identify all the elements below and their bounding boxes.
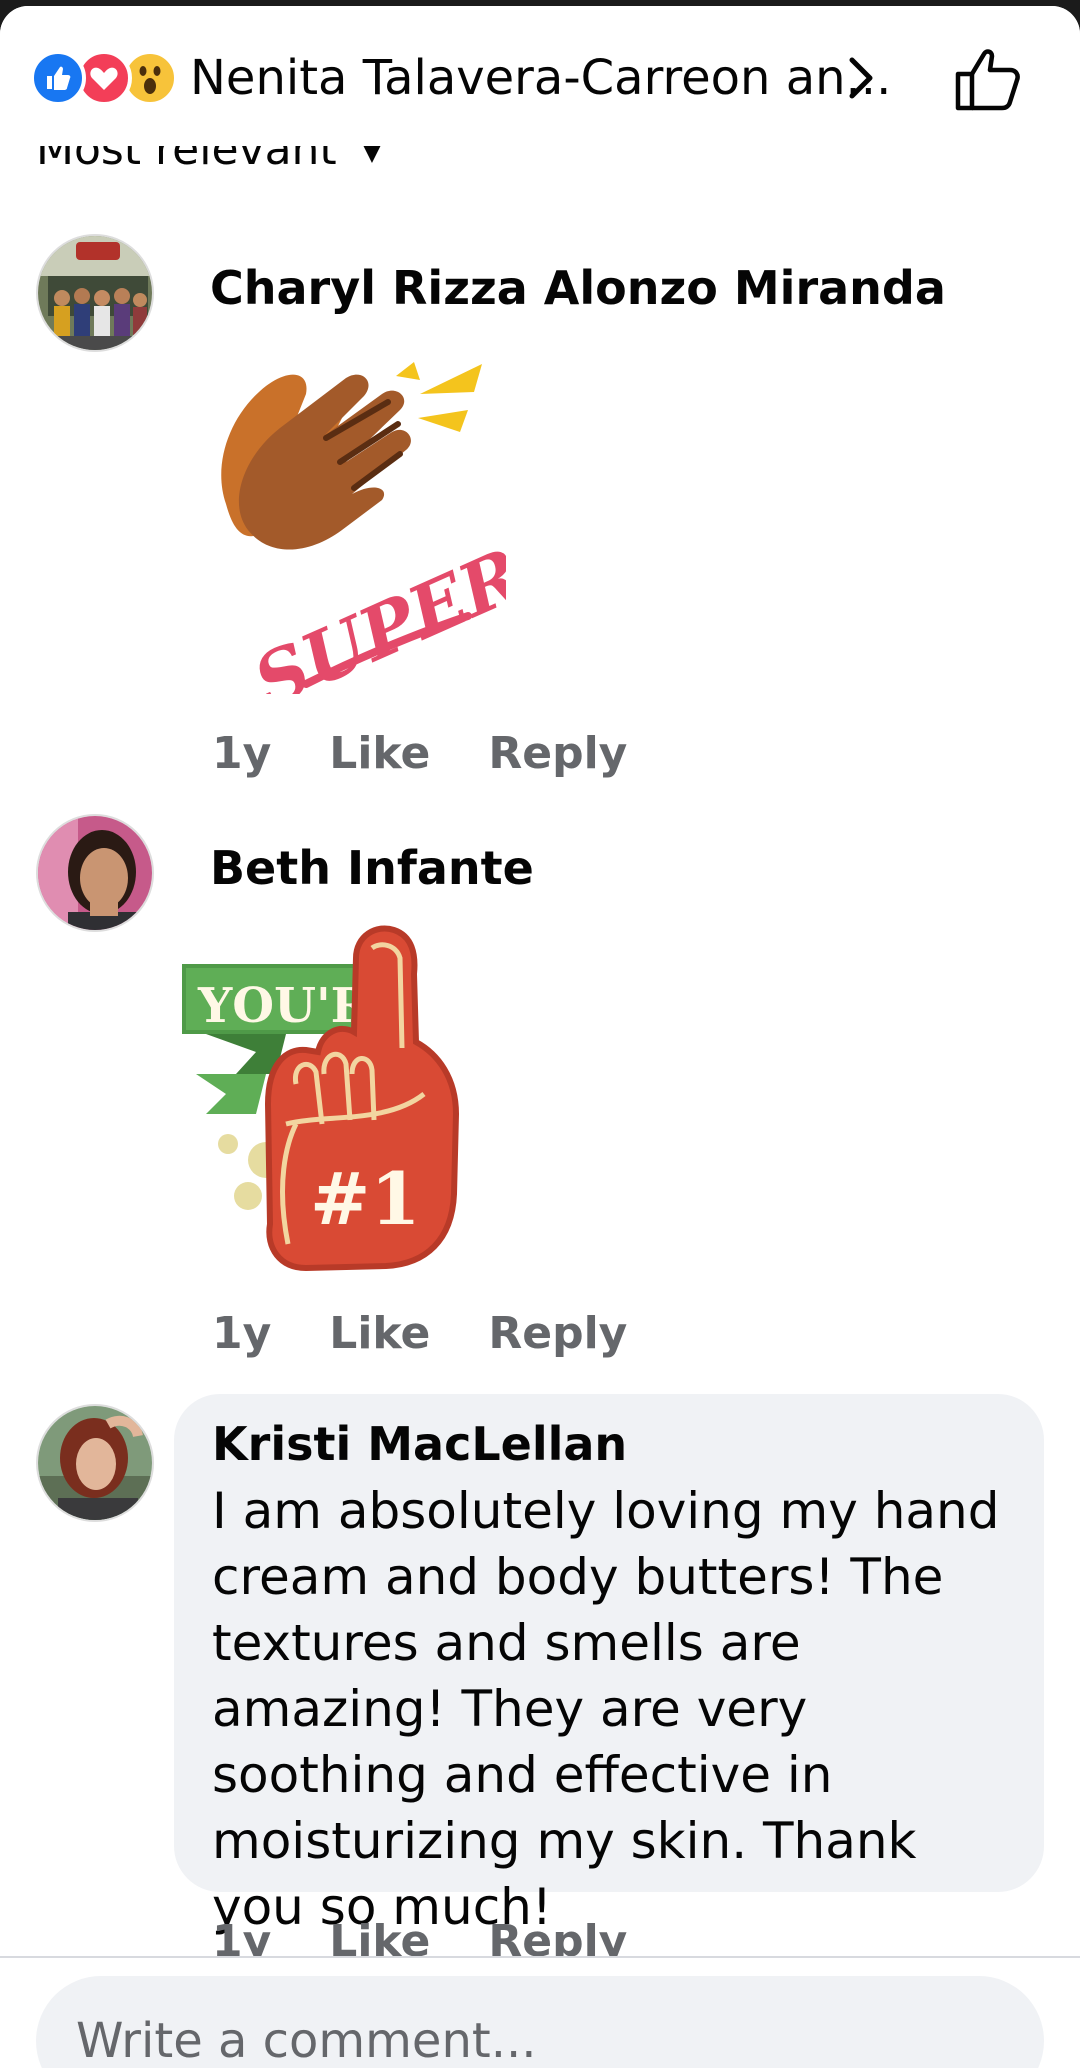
comment-actions: 1y Like Reply bbox=[212, 1306, 685, 1362]
avatar[interactable] bbox=[36, 814, 154, 932]
avatar[interactable] bbox=[36, 234, 154, 352]
chevron-right-icon[interactable] bbox=[842, 46, 882, 110]
like-button[interactable]: Like bbox=[329, 728, 430, 779]
reactions-header[interactable]: Nenita Talavera-Carreon an... bbox=[0, 6, 1080, 146]
comment-composer-bar bbox=[0, 1958, 1080, 2068]
comment-timestamp[interactable]: 1y bbox=[212, 728, 271, 779]
comment-author[interactable]: Charyl Rizza Alonzo Miranda bbox=[210, 260, 946, 316]
like-outline-icon[interactable] bbox=[952, 44, 1024, 116]
sticker-text: #1 bbox=[310, 1156, 420, 1241]
write-comment-input[interactable] bbox=[36, 1976, 1044, 2068]
avatar[interactable] bbox=[36, 1404, 154, 1522]
super-clap-sticker: SUPER! bbox=[221, 362, 506, 694]
reply-button[interactable]: Reply bbox=[488, 728, 627, 779]
comment-actions: 1y Like Reply bbox=[212, 726, 685, 782]
comment-author[interactable]: Kristi MacLellan bbox=[212, 1416, 627, 1472]
reply-button[interactable]: Reply bbox=[488, 1308, 627, 1359]
comment-timestamp[interactable]: 1y bbox=[212, 1308, 271, 1359]
reaction-summary[interactable] bbox=[30, 50, 182, 108]
comment-text: I am absolutely loving my hand cream and… bbox=[212, 1482, 1000, 1936]
comment-author[interactable]: Beth Infante bbox=[210, 840, 534, 896]
comments-sheet: Nenita Talavera-Carreon an... Most relev… bbox=[0, 6, 1080, 2068]
youre-number-one-foam-finger-sticker: YOU'RE #1 bbox=[182, 925, 460, 1272]
like-reaction-icon bbox=[30, 50, 86, 106]
reactors-title[interactable]: Nenita Talavera-Carreon an... bbox=[190, 48, 891, 108]
like-button[interactable]: Like bbox=[329, 1308, 430, 1359]
comment-bubble[interactable]: Kristi MacLellan I am absolutely loving … bbox=[174, 1394, 1044, 1936]
